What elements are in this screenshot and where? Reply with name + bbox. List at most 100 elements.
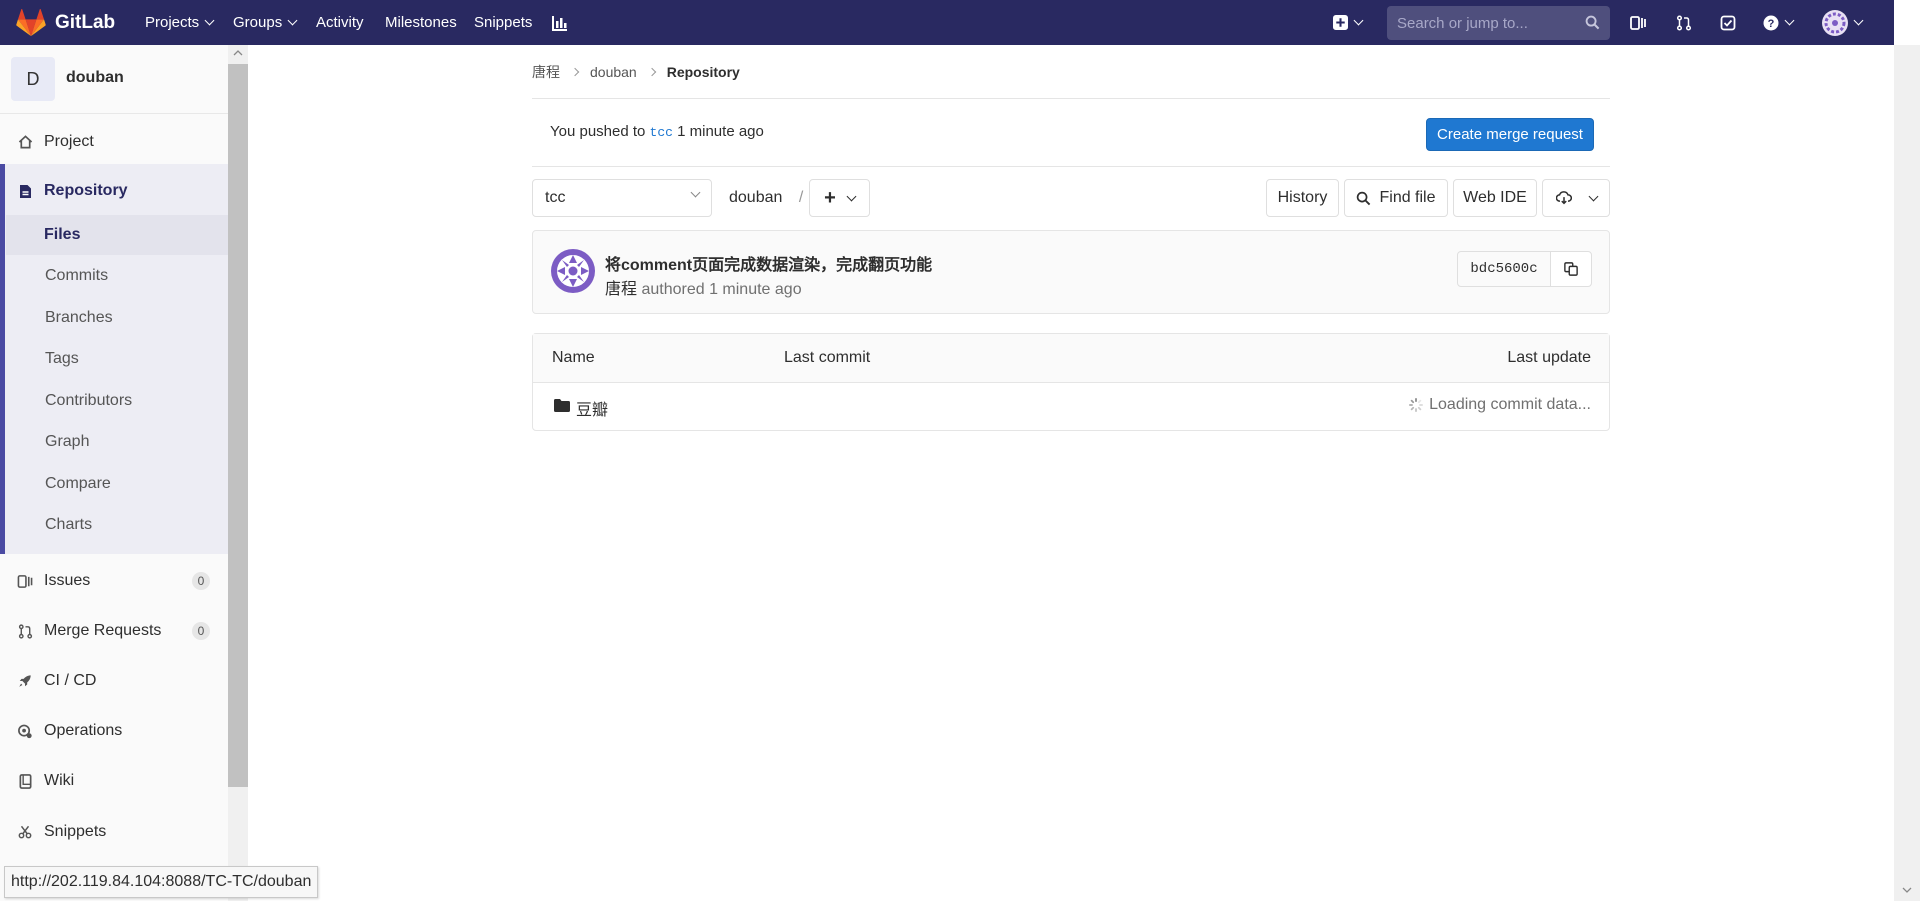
chevron-right-icon [570,67,580,77]
sidebar-item-label: Wiki [44,772,75,789]
sidebar-item-label: CI / CD [44,672,97,689]
doc-icon [17,183,33,199]
user-menu[interactable] [1822,0,1864,45]
table-header: Name Last commit Last update [533,334,1609,383]
sidebar-item-wiki[interactable]: Wiki [0,761,228,801]
find-file-button[interactable]: Find file [1344,179,1448,217]
merge-request-nav-icon[interactable] [1676,0,1692,45]
active-indicator [0,164,5,554]
cloud-download-icon [1555,191,1572,205]
scroll-down-arrow-icon[interactable] [1902,886,1912,894]
sidebar-subitem-branches[interactable]: Branches [6,298,228,338]
operations-icon [17,723,33,739]
history-button[interactable]: History [1266,179,1339,217]
scroll-up-arrow-icon[interactable] [233,49,243,57]
gitlab-logo-icon [16,8,46,36]
nav-snippets-label: Snippets [474,14,533,31]
divider [532,166,1610,167]
branch-name: tcc [545,189,566,206]
project-name: douban [66,69,124,86]
add-file-dropdown[interactable]: + [809,179,870,217]
gitlab-logo[interactable]: GitLab [16,0,115,45]
loading-status: Loading commit data... [1409,396,1591,414]
sidebar-item-repository[interactable]: Repository [0,171,228,211]
page-scrollbar[interactable] [1894,45,1920,901]
chevron-down-icon [1853,15,1864,26]
sidebar-item-merge-requests[interactable]: Merge Requests 0 [0,611,228,651]
issues-nav-icon[interactable] [1630,0,1646,45]
nav-groups[interactable]: Groups [233,0,298,45]
breadcrumb-user[interactable]: 唐程 [532,62,560,82]
breadcrumb-project[interactable]: douban [590,64,637,80]
subitem-label: Commits [45,267,109,284]
branch-selector[interactable]: tcc [532,179,712,217]
commit-author-avatar[interactable] [551,249,595,293]
sidebar-subitem-graph[interactable]: Graph [6,422,228,462]
subitem-label: Tags [45,350,79,367]
path-root[interactable]: douban [729,189,782,206]
project-avatar: D [11,57,55,101]
help-dropdown[interactable]: ? [1763,0,1795,45]
chevron-down-icon [690,187,701,198]
file-tree-table: Name Last commit Last update 豆瓣 Loading … [532,333,1610,431]
chart-icon[interactable] [552,0,568,45]
create-merge-request-button[interactable]: Create merge request [1426,118,1594,151]
browser-status-url: http://202.119.84.104:8088/TC-TC/douban [4,866,319,898]
issues-icon [17,573,33,589]
merge-requests-count-badge: 0 [192,622,210,640]
subitem-label: Charts [45,516,93,533]
nav-milestones[interactable]: Milestones [385,0,457,45]
todo-nav-icon[interactable] [1720,0,1736,45]
sidebar-scroll-thumb[interactable] [228,64,248,787]
sidebar-subitem-compare[interactable]: Compare [6,464,228,504]
nav-projects[interactable]: Projects [145,0,215,45]
subitem-label: Compare [45,475,111,492]
gitlab-logo-text: GitLab [55,11,116,33]
sidebar-subitem-commits[interactable]: Commits [6,256,228,296]
sidebar-subitem-contributors[interactable]: Contributors [6,381,228,421]
search-icon [1585,15,1600,30]
sidebar-item-operations[interactable]: Operations [0,711,228,751]
copy-sha-button[interactable] [1550,251,1592,287]
web-ide-button[interactable]: Web IDE [1453,179,1537,217]
table-row[interactable]: 豆瓣 Loading commit data... [533,382,1609,430]
breadcrumb-current[interactable]: Repository [667,64,740,80]
commit-author[interactable]: 唐程 [605,281,637,298]
loading-status-text: Loading commit data... [1429,396,1591,413]
chevron-down-icon [1588,191,1598,201]
user-avatar-icon [1822,9,1848,36]
commit-title[interactable]: 将comment页面完成数据渲染，完成翻页功能 [605,251,932,275]
column-header-last-update: Last update [1507,349,1591,366]
new-dropdown-button[interactable] [1333,0,1364,45]
sidebar-item-project[interactable]: Project [0,122,228,162]
sidebar-item-label: Operations [44,722,123,739]
sidebar-project-header[interactable]: D douban [0,45,228,114]
download-dropdown[interactable] [1542,179,1610,217]
push-banner-text: You pushed to tcc 1 minute ago [550,123,764,140]
nav-snippets[interactable]: Snippets [474,0,532,45]
rocket-icon [17,673,33,689]
nav-activity[interactable]: Activity [316,0,364,45]
file-name[interactable]: 豆瓣 [576,396,608,420]
search-input[interactable] [1387,6,1587,40]
sidebar-item-issues[interactable]: Issues 0 [0,561,228,601]
sidebar-item-label: Snippets [44,823,107,840]
sidebar-subitem-charts[interactable]: Charts [6,505,228,545]
search-box [1387,6,1610,40]
top-navbar: GitLab Projects Groups Activity Mileston… [0,0,1894,45]
sidebar-item-snippets[interactable]: Snippets [0,812,228,852]
nav-activity-label: Activity [316,14,364,31]
scissors-icon [17,824,33,840]
sidebar-subitem-files[interactable]: Files [6,215,228,255]
sidebar-subitem-tags[interactable]: Tags [6,339,228,379]
push-branch[interactable]: tcc [650,125,673,140]
plus-icon: + [824,186,836,209]
sidebar-item-ci-cd[interactable]: CI / CD [0,661,228,701]
book-icon [17,773,33,789]
home-icon [17,134,33,150]
chevron-down-icon [1353,15,1364,26]
subitem-label: Branches [45,309,113,326]
commit-sha[interactable]: bdc5600c [1457,251,1551,287]
subitem-label: Files [44,226,81,243]
divider [532,98,1610,99]
